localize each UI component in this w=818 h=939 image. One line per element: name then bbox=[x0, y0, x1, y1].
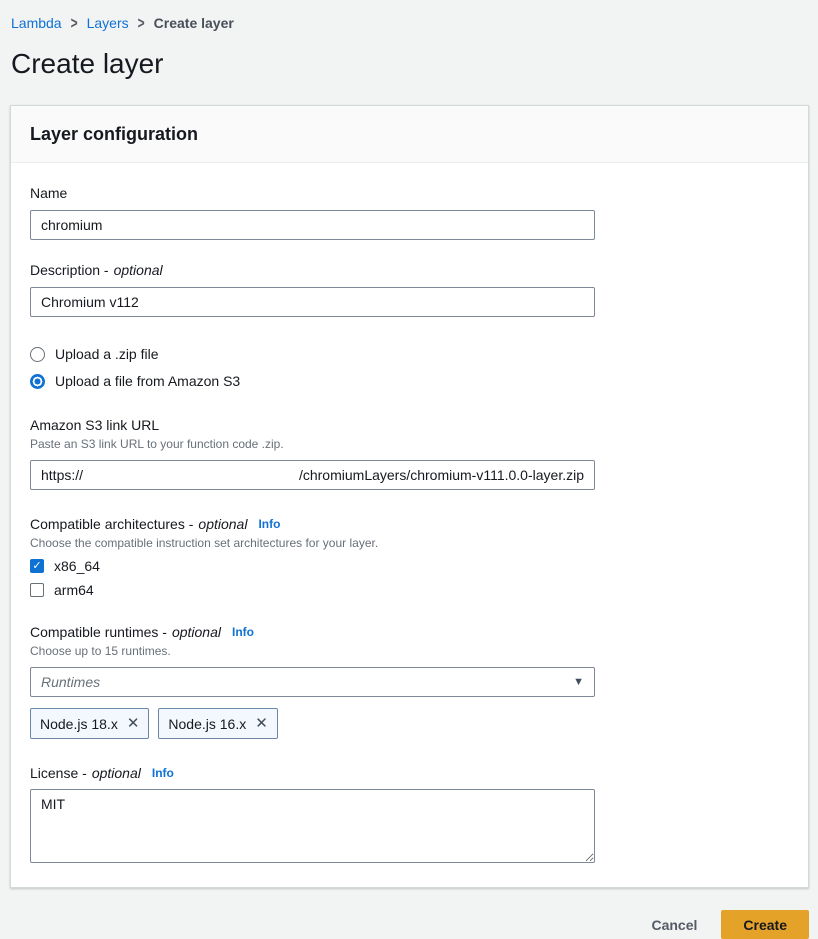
radio-selected-icon[interactable] bbox=[30, 374, 45, 389]
breadcrumb-item-create-layer: Create layer bbox=[154, 15, 234, 31]
name-label: Name bbox=[30, 185, 789, 201]
runtimes-info-link[interactable]: Info bbox=[232, 625, 254, 639]
architectures-field-group: Compatible architectures -optional Info … bbox=[30, 516, 789, 598]
upload-source-radio-group: Upload a .zip file Upload a file from Am… bbox=[30, 346, 789, 389]
form-actions: Cancel Create bbox=[10, 910, 809, 939]
layer-configuration-panel: Layer configuration Name Description - op… bbox=[10, 105, 809, 888]
checkbox-x86-64[interactable]: ✓ x86_64 bbox=[30, 558, 789, 574]
radio-upload-zip[interactable]: Upload a .zip file bbox=[30, 346, 789, 362]
page-title: Create layer bbox=[11, 48, 818, 80]
checkbox-arm64[interactable]: arm64 bbox=[30, 582, 789, 598]
license-field-group: License - optional Info MIT bbox=[30, 765, 789, 866]
license-textarea[interactable]: MIT bbox=[30, 789, 595, 863]
s3-url-scheme-text: https:// bbox=[41, 467, 83, 483]
breadcrumb-item-layers[interactable]: Layers bbox=[87, 15, 129, 31]
radio-upload-s3-label: Upload a file from Amazon S3 bbox=[55, 373, 240, 389]
breadcrumb: Lambda > Layers > Create layer bbox=[0, 0, 818, 31]
checkbox-x86-64-label: x86_64 bbox=[54, 558, 100, 574]
breadcrumb-item-lambda[interactable]: Lambda bbox=[11, 15, 62, 31]
radio-unselected-icon[interactable] bbox=[30, 347, 45, 362]
runtimes-label-text: Compatible runtimes - bbox=[30, 624, 167, 640]
token-dismiss-icon[interactable]: ✕ bbox=[127, 716, 140, 731]
architectures-label: Compatible architectures - optional Info bbox=[30, 516, 789, 532]
s3-url-label: Amazon S3 link URL bbox=[30, 417, 789, 433]
s3-url-input[interactable]: https:// /chromiumLayers/chromium-v111.0… bbox=[30, 460, 595, 490]
description-input[interactable] bbox=[30, 287, 595, 317]
license-optional-text: optional bbox=[92, 765, 141, 781]
s3-url-field-group: Amazon S3 link URL Paste an S3 link URL … bbox=[30, 417, 789, 490]
runtime-token-list: Node.js 18.x ✕ Node.js 16.x ✕ bbox=[30, 708, 789, 739]
s3-url-helper-text: Paste an S3 link URL to your function co… bbox=[30, 437, 789, 451]
chevron-down-icon: ▼ bbox=[573, 676, 584, 688]
runtimes-optional-text: optional bbox=[172, 624, 221, 640]
runtime-token-nodejs-16: Node.js 16.x ✕ bbox=[158, 708, 277, 739]
license-info-link[interactable]: Info bbox=[152, 766, 174, 780]
create-button[interactable]: Create bbox=[721, 910, 809, 939]
s3-url-path-text: /chromiumLayers/chromium-v111.0.0-layer.… bbox=[299, 467, 584, 483]
breadcrumb-separator-icon: > bbox=[138, 14, 145, 33]
checkbox-unchecked-icon[interactable] bbox=[30, 583, 44, 597]
architectures-label-text: Compatible architectures - bbox=[30, 516, 193, 532]
description-optional-text: optional bbox=[114, 262, 163, 278]
description-label: Description - optional bbox=[30, 262, 789, 278]
architectures-optional-text: optional bbox=[198, 516, 247, 532]
architectures-helper-text: Choose the compatible instruction set ar… bbox=[30, 536, 789, 550]
s3-url-label-text: Amazon S3 link URL bbox=[30, 417, 159, 433]
runtime-token-label: Node.js 16.x bbox=[168, 716, 246, 732]
runtimes-helper-text: Choose up to 15 runtimes. bbox=[30, 644, 789, 658]
description-field-group: Description - optional bbox=[30, 262, 789, 317]
name-label-text: Name bbox=[30, 185, 67, 201]
name-field-group: Name bbox=[30, 185, 789, 240]
license-label: License - optional Info bbox=[30, 765, 789, 781]
panel-header: Layer configuration bbox=[11, 106, 808, 163]
runtimes-select-placeholder: Runtimes bbox=[41, 674, 100, 690]
radio-upload-zip-label: Upload a .zip file bbox=[55, 346, 159, 362]
architectures-info-link[interactable]: Info bbox=[258, 517, 280, 531]
runtime-token-nodejs-18: Node.js 18.x ✕ bbox=[30, 708, 149, 739]
breadcrumb-separator-icon: > bbox=[71, 14, 78, 33]
name-input[interactable] bbox=[30, 210, 595, 240]
checkbox-arm64-label: arm64 bbox=[54, 582, 94, 598]
cancel-button[interactable]: Cancel bbox=[651, 917, 697, 933]
checkbox-checked-icon[interactable]: ✓ bbox=[30, 559, 44, 573]
panel-title: Layer configuration bbox=[30, 124, 789, 145]
runtimes-field-group: Compatible runtimes - optional Info Choos… bbox=[30, 624, 789, 739]
panel-body: Name Description - optional Upload a .zip… bbox=[11, 163, 808, 887]
runtime-token-label: Node.js 18.x bbox=[40, 716, 118, 732]
description-label-text: Description - bbox=[30, 262, 109, 278]
license-label-text: License - bbox=[30, 765, 87, 781]
radio-upload-s3[interactable]: Upload a file from Amazon S3 bbox=[30, 373, 789, 389]
runtimes-label: Compatible runtimes - optional Info bbox=[30, 624, 789, 640]
runtimes-select[interactable]: Runtimes ▼ bbox=[30, 667, 595, 697]
token-dismiss-icon[interactable]: ✕ bbox=[255, 716, 268, 731]
